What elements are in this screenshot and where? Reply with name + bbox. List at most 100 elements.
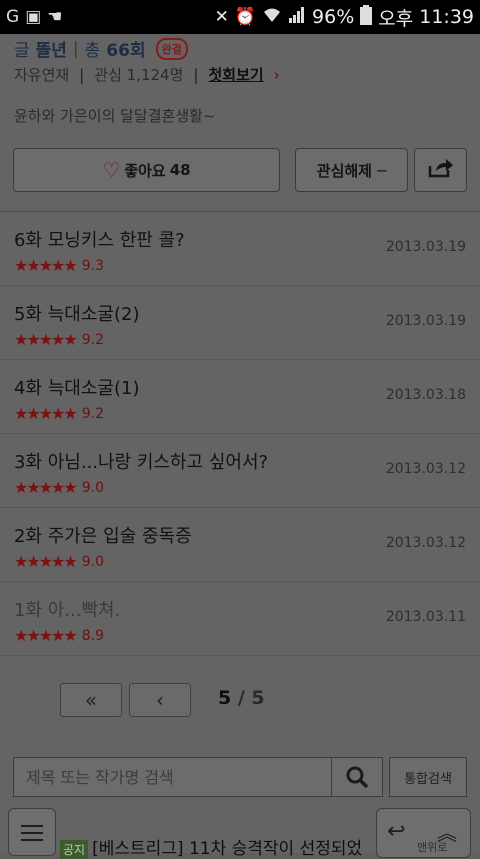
star-rating-icon: ★★★★★ — [14, 552, 78, 571]
episode-score: 9.2 — [81, 405, 104, 422]
battery-percent: 96% — [312, 6, 355, 28]
battery-icon — [360, 4, 373, 30]
total-search-button[interactable]: 통합검색 — [389, 757, 467, 797]
genre: 자유연재 — [14, 66, 70, 84]
description: 윤하와 가은이의 달달결혼생활~ — [14, 107, 216, 125]
page-indicator: 5 / 5 — [218, 687, 265, 709]
total-count: 66회 — [106, 41, 146, 61]
list-item[interactable]: 6화 모닝키스 한판 콜? ★★★★★ 9.3 2013.03.19 — [0, 212, 480, 286]
search-button[interactable] — [331, 758, 382, 796]
rating: ★★★★★ 9.2 — [14, 404, 104, 423]
bottom-bar: 공지 [베스트리그] 11차 승격작이 선정되었 ↩ ︽ 맨위로 — [0, 808, 480, 859]
episode-date: 2013.03.12 — [385, 535, 466, 551]
chevron-right-icon: › — [273, 65, 280, 84]
total-pages: 5 — [251, 687, 265, 709]
rating: ★★★★★ 9.0 — [14, 478, 104, 497]
author-name[interactable]: 똘년 — [36, 36, 67, 61]
hand-icon: ☚ — [47, 7, 63, 27]
episode-date: 2013.03.19 — [385, 313, 466, 329]
g-notification-icon: G — [6, 7, 20, 27]
status-right: ✕ ⏰ 96% 오후 11:39 — [215, 4, 474, 31]
notice-text: [베스트리그] 11차 승격작이 선정되었 — [92, 839, 363, 859]
share-icon — [428, 158, 454, 182]
episode-list: 6화 모닝키스 한판 콜? ★★★★★ 9.3 2013.03.19 5화 늑대… — [0, 211, 480, 656]
status-badge: 완결 — [155, 37, 188, 60]
like-button[interactable]: ♡ 좋아요 48 — [13, 148, 280, 192]
star-rating-icon: ★★★★★ — [14, 330, 78, 349]
time-ampm: 오후 — [378, 7, 414, 30]
list-item[interactable]: 1화 아...빡쳐. ★★★★★ 8.9 2013.03.11 — [0, 582, 480, 656]
double-chevron-left-icon: « — [84, 688, 98, 712]
episode-score: 9.0 — [81, 553, 104, 570]
episode-title: 4화 늑대소굴(1) — [14, 378, 140, 399]
current-page: 5 — [218, 687, 232, 709]
first-view-link[interactable]: 첫회보기 — [208, 64, 263, 85]
rating: ★★★★★ 9.2 — [14, 330, 104, 349]
author-row: 글 똘년 | 총 66회 완결 — [14, 36, 188, 61]
back-icon[interactable]: ↩ — [387, 819, 405, 844]
prev-page-button[interactable]: ‹ — [129, 683, 191, 717]
rating: ★★★★★ 8.9 — [14, 626, 104, 645]
episode-date: 2013.03.12 — [385, 461, 466, 477]
star-rating-icon: ★★★★★ — [14, 478, 78, 497]
notice-banner[interactable]: 공지 [베스트리그] 11차 승격작이 선정되었 — [60, 834, 363, 859]
star-rating-icon: ★★★★★ — [14, 404, 78, 423]
unfollow-button[interactable]: 관심해제 ─ — [295, 148, 408, 192]
list-item[interactable]: 4화 늑대소굴(1) ★★★★★ 9.2 2013.03.18 — [0, 360, 480, 434]
episode-score: 9.3 — [81, 257, 104, 274]
search-input[interactable] — [14, 766, 328, 788]
divider: | — [79, 65, 85, 84]
search-icon — [346, 766, 369, 789]
episode-title: 3화 아님...나랑 키스하고 싶어서? — [14, 452, 269, 473]
episode-date: 2013.03.19 — [385, 239, 466, 255]
episode-score: 9.0 — [81, 479, 104, 496]
search-box — [13, 757, 383, 797]
menu-button[interactable] — [8, 808, 56, 856]
time: 11:39 — [419, 6, 474, 28]
interest-label: 관심 — [94, 66, 122, 84]
chevron-left-icon: ‹ — [156, 688, 164, 712]
alarm-icon: ⏰ — [234, 7, 257, 27]
signal-icon — [288, 6, 306, 28]
image-icon: ▣ — [25, 7, 42, 27]
star-rating-icon: ★★★★★ — [14, 626, 78, 645]
episode-title: 1화 아...빡쳐. — [14, 600, 121, 621]
author-prefix: 글 — [14, 41, 30, 61]
episode-title: 5화 늑대소굴(2) — [14, 304, 140, 325]
list-item[interactable]: 2화 주가은 입술 중독증 ★★★★★ 9.0 2013.03.12 — [0, 508, 480, 582]
rating: ★★★★★ 9.0 — [14, 552, 104, 571]
work-page: 글 똘년 | 총 66회 완결 자유연재 | 관심 1,124명 | 첫회보기 … — [0, 34, 480, 859]
menu-icon — [21, 832, 43, 834]
mute-icon: ✕ — [214, 7, 229, 27]
status-bar: G ▣ ☚ ✕ ⏰ 96% 오후 11:39 — [0, 0, 480, 34]
list-item[interactable]: 3화 아님...나랑 키스하고 싶어서? ★★★★★ 9.0 2013.03.1… — [0, 434, 480, 508]
divider: | — [193, 65, 199, 84]
total-label: 총 — [84, 41, 101, 61]
menu-icon — [21, 839, 43, 841]
menu-icon — [21, 825, 43, 827]
episode-score: 9.2 — [81, 331, 104, 348]
pagination: « ‹ 5 / 5 — [0, 683, 480, 717]
episode-date: 2013.03.18 — [385, 387, 466, 403]
page-separator: / — [231, 687, 252, 709]
interest-count: 1,124명 — [126, 66, 184, 84]
divider: | — [72, 38, 79, 59]
unfollow-label: 관심해제 ─ — [316, 161, 387, 180]
share-button[interactable] — [414, 148, 467, 192]
list-item[interactable]: 5화 늑대소굴(2) ★★★★★ 9.2 2013.03.19 — [0, 286, 480, 360]
nav-buttons: ↩ ︽ 맨위로 — [376, 808, 471, 858]
episode-date: 2013.03.11 — [385, 609, 466, 625]
episode-score: 8.9 — [81, 627, 104, 644]
like-label: 좋아요 — [124, 161, 166, 180]
wifi-icon — [262, 7, 282, 28]
heart-icon: ♡ — [102, 158, 121, 182]
status-left-icons: G ▣ ☚ — [6, 7, 63, 27]
notice-tag: 공지 — [60, 840, 89, 859]
rating: ★★★★★ 9.3 — [14, 256, 104, 275]
like-count: 48 — [169, 161, 191, 179]
meta-row: 자유연재 | 관심 1,124명 | 첫회보기 › — [14, 64, 280, 85]
episode-title: 2화 주가은 입술 중독증 — [14, 526, 192, 547]
episode-title: 6화 모닝키스 한판 콜? — [14, 230, 185, 251]
star-rating-icon: ★★★★★ — [14, 256, 78, 275]
first-page-button[interactable]: « — [60, 683, 122, 717]
